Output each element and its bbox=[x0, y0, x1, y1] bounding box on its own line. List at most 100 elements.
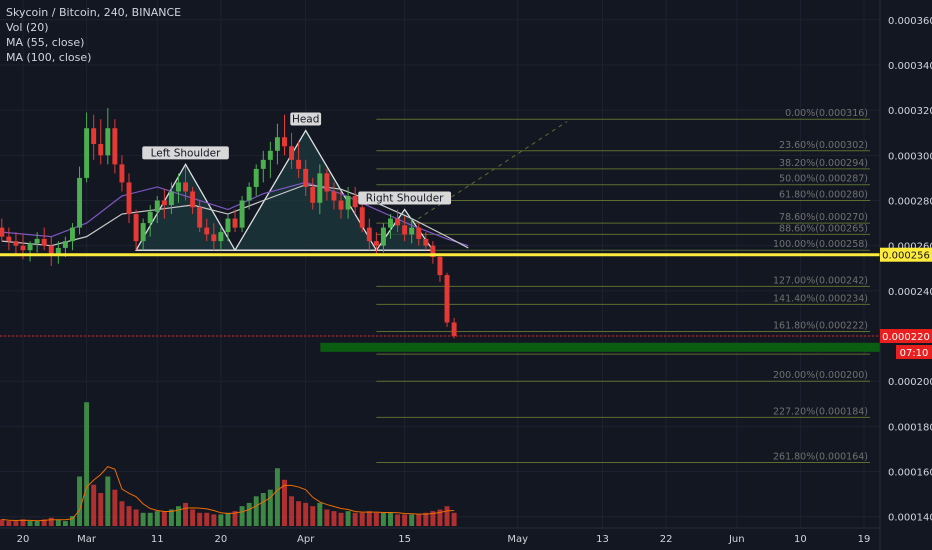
y-tick-label: 0.000160 bbox=[888, 468, 932, 479]
x-tick-label: 15 bbox=[398, 534, 411, 545]
candle-body bbox=[444, 275, 450, 323]
candle-body bbox=[190, 191, 196, 208]
price-countdown-text: 07:10 bbox=[900, 348, 929, 359]
candle-body bbox=[168, 191, 174, 206]
indicator-volume[interactable]: Vol (20) bbox=[6, 20, 181, 35]
volume-bar bbox=[119, 501, 125, 526]
candle-body bbox=[183, 182, 189, 192]
x-tick-label: 10 bbox=[794, 534, 807, 545]
y-tick-label: 0.000180 bbox=[888, 422, 932, 433]
current-price-marker-text: 0.000220 bbox=[882, 332, 930, 343]
chart-title[interactable]: Skycoin / Bitcoin, 240, BINANCE bbox=[6, 5, 181, 20]
candle-body bbox=[197, 207, 203, 228]
volume-bar bbox=[253, 496, 259, 526]
volume-bar bbox=[380, 512, 386, 526]
volume-bar bbox=[211, 514, 217, 526]
volume-bar bbox=[451, 512, 457, 526]
candle-body bbox=[211, 234, 217, 242]
candle-body bbox=[282, 137, 287, 147]
x-tick-label: 11 bbox=[151, 534, 164, 545]
fib-level-label: 23.60%(0.000302) bbox=[779, 140, 868, 151]
pattern-label: Left Shoulder bbox=[142, 146, 229, 160]
pattern-label: Head bbox=[290, 112, 322, 126]
fib-level-label: 88.60%(0.000265) bbox=[779, 223, 868, 234]
candle-body bbox=[366, 227, 372, 242]
volume-bar bbox=[402, 514, 408, 526]
candle-body bbox=[98, 144, 104, 156]
volume-bar bbox=[246, 502, 252, 526]
candle-body bbox=[204, 227, 210, 235]
volume-bar bbox=[366, 511, 372, 526]
candle-body bbox=[112, 128, 118, 165]
candle-body bbox=[437, 256, 443, 276]
indicator-ma55[interactable]: MA (55, close) bbox=[6, 35, 181, 50]
candle-body bbox=[296, 159, 302, 169]
candle-body bbox=[147, 211, 153, 224]
candle-body bbox=[225, 218, 231, 233]
candle-body bbox=[253, 168, 259, 187]
candle-body bbox=[317, 173, 323, 203]
volume-bar bbox=[373, 512, 379, 526]
candle-body bbox=[388, 218, 393, 228]
indicator-ma100[interactable]: MA (100, close) bbox=[6, 50, 181, 65]
candle-body bbox=[359, 207, 365, 228]
candle-body bbox=[84, 128, 90, 178]
candle-body bbox=[331, 191, 337, 201]
fib-level-label: 50.00%(0.000287) bbox=[779, 174, 868, 185]
candle-body bbox=[345, 195, 351, 210]
candle-body bbox=[395, 218, 401, 226]
volume-bar bbox=[423, 512, 429, 526]
volume-bar bbox=[13, 521, 19, 526]
x-tick-label: 19 bbox=[858, 534, 871, 545]
price-chart[interactable]: 0.00%(0.000316) 23.60%(0.000302) 38.20%(0.… bbox=[0, 0, 932, 550]
fib-level-label: 100.00%(0.000258) bbox=[773, 239, 868, 250]
volume-bar bbox=[289, 496, 295, 526]
candle-body bbox=[409, 227, 415, 235]
volume-bar bbox=[84, 402, 90, 526]
neckline-price-marker: 0.000256 bbox=[880, 247, 932, 262]
volume-bar bbox=[183, 502, 189, 526]
candle-body bbox=[77, 177, 83, 228]
candle-body bbox=[105, 128, 111, 156]
candle-body bbox=[267, 150, 273, 160]
y-tick-label: 0.000360 bbox=[888, 16, 932, 27]
x-tick-label: 20 bbox=[215, 534, 228, 545]
candle-body bbox=[380, 227, 386, 246]
candle-body bbox=[6, 236, 12, 242]
fib-level-label: 161.80%(0.000222) bbox=[773, 321, 868, 332]
candle-body bbox=[416, 227, 422, 239]
candle-body bbox=[289, 146, 295, 160]
candle-body bbox=[274, 137, 280, 151]
volume-bar bbox=[204, 512, 210, 526]
candle-body bbox=[373, 241, 379, 246]
volume-bar bbox=[6, 521, 12, 526]
pattern-label: Right Shoulder bbox=[358, 191, 452, 205]
candle-body bbox=[232, 218, 238, 228]
fib-level-label: 127.00%(0.000242) bbox=[773, 275, 868, 286]
candle-body bbox=[69, 227, 75, 242]
volume-bar bbox=[274, 468, 280, 526]
volume-bar bbox=[133, 509, 139, 526]
x-tick-label: May bbox=[507, 534, 528, 545]
candle-body bbox=[176, 182, 181, 192]
candle-body bbox=[303, 168, 309, 187]
volume-bar bbox=[444, 506, 450, 526]
volume-bar bbox=[126, 506, 132, 526]
volume-bar bbox=[91, 484, 97, 526]
volume-bar bbox=[338, 512, 344, 526]
candle-body bbox=[260, 159, 266, 169]
candle-body bbox=[402, 225, 408, 235]
volume-bar bbox=[359, 512, 365, 526]
target-zone bbox=[320, 342, 881, 352]
fib-level-label: 61.80%(0.000280) bbox=[779, 190, 868, 201]
candle-body bbox=[246, 186, 252, 201]
y-tick-label: 0.000340 bbox=[888, 61, 932, 72]
volume-bar bbox=[140, 512, 146, 526]
fib-level-label: 78.60%(0.000270) bbox=[779, 212, 868, 223]
fib-level-label: 227.20%(0.000184) bbox=[773, 406, 868, 417]
volume-bar bbox=[409, 514, 415, 526]
candle-body bbox=[91, 128, 97, 145]
candle-body bbox=[324, 173, 330, 192]
volume-bar bbox=[27, 521, 33, 526]
candle-body bbox=[34, 238, 40, 244]
